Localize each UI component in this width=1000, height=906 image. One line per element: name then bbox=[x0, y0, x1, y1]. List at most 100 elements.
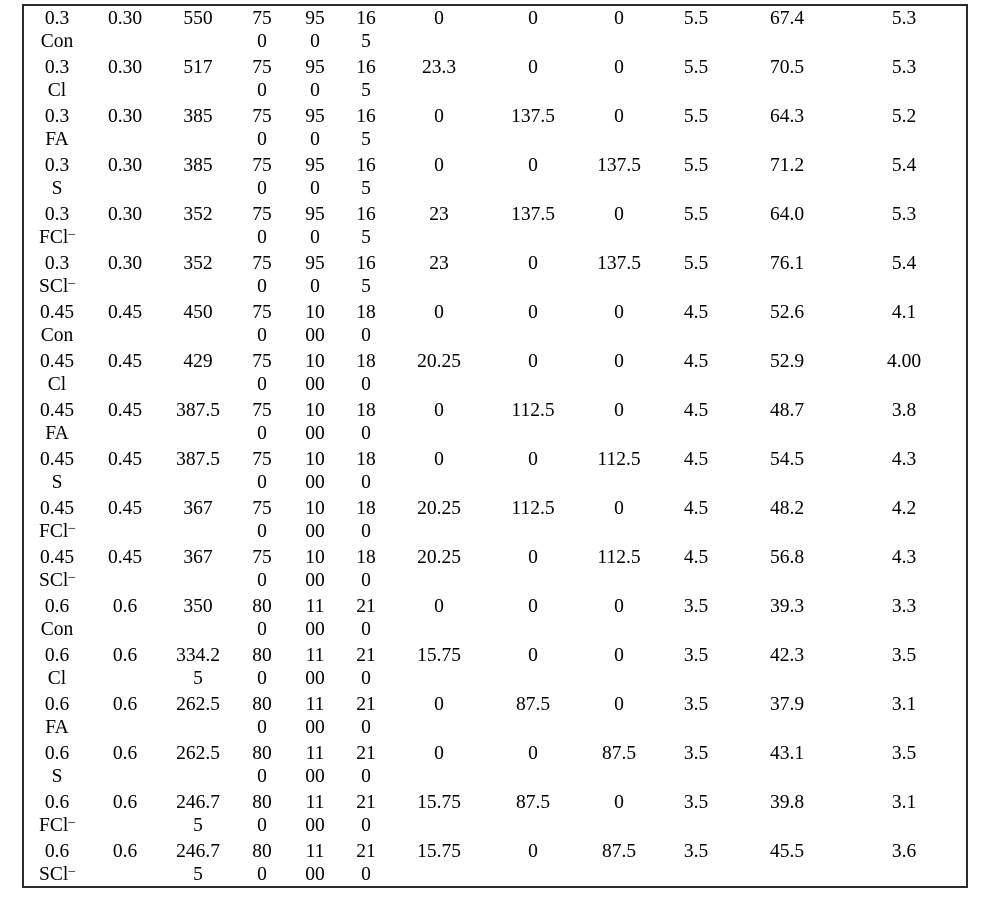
cell-line-primary: 18 bbox=[356, 547, 376, 568]
data-table-container: 0.3 Con 0.30 550 75 0 95 0 16 5 0 0 0 5.5 67.4 5… bbox=[22, 4, 968, 888]
cell-line-secondary bbox=[390, 422, 488, 446]
table-cell: 387.5 bbox=[160, 447, 236, 496]
table-cell: 112.5 bbox=[488, 398, 578, 447]
table-cell: 3.5 bbox=[842, 741, 966, 790]
cell-line-secondary bbox=[90, 569, 160, 593]
cell-line-secondary bbox=[390, 520, 488, 544]
table-cell: 10 00 bbox=[288, 447, 342, 496]
cell-line-secondary: FCl– bbox=[39, 519, 75, 542]
cell-line-primary: 262.5 bbox=[176, 743, 220, 764]
table-cell: 0 bbox=[488, 594, 578, 643]
table-cell: 0.6 bbox=[90, 692, 160, 741]
table-cell: 5.4 bbox=[842, 153, 966, 202]
cell-line-primary: 112.5 bbox=[597, 547, 641, 568]
table-cell: 20.25 bbox=[390, 496, 488, 545]
cell-line-secondary bbox=[488, 30, 578, 54]
cell-line-secondary bbox=[732, 765, 842, 789]
cell-line-primary: 67.4 bbox=[769, 8, 805, 29]
cell-line-secondary bbox=[90, 667, 160, 691]
table-cell: 11 00 bbox=[288, 741, 342, 790]
cell-line-secondary bbox=[732, 569, 842, 593]
table-cell: 20.25 bbox=[390, 349, 488, 398]
cell-line-secondary: 0 bbox=[361, 717, 371, 738]
cell-line-secondary: 0 bbox=[361, 570, 371, 591]
cell-line-secondary bbox=[660, 765, 732, 789]
table-cell: 0 bbox=[488, 741, 578, 790]
cell-line-primary: 0.30 bbox=[107, 8, 143, 29]
cell-line-primary: 137.5 bbox=[597, 253, 641, 274]
cell-line-primary: 10 bbox=[305, 302, 325, 323]
cell-line-primary: 11 bbox=[305, 792, 325, 813]
cell-line-primary: 20.25 bbox=[417, 547, 461, 568]
cell-line-secondary: 0 bbox=[361, 766, 371, 787]
cell-line-secondary bbox=[160, 30, 236, 54]
cell-line-primary: 21 bbox=[356, 694, 376, 715]
cell-line-primary: 16 bbox=[356, 155, 376, 176]
cell-line-secondary bbox=[578, 863, 660, 887]
cell-line-secondary: 0 bbox=[361, 472, 371, 493]
cell-line-primary: 15.75 bbox=[417, 841, 461, 862]
cell-line-primary: 80 bbox=[252, 596, 272, 617]
cell-line-secondary bbox=[90, 765, 160, 789]
cell-line-primary: 0.30 bbox=[107, 57, 143, 78]
cell-line-primary: 3.5 bbox=[683, 841, 709, 862]
cell-line-primary: 0.6 bbox=[44, 792, 70, 813]
table-cell: 0.30 bbox=[90, 202, 160, 251]
cell-line-secondary bbox=[390, 765, 488, 789]
cell-line-secondary: 0 bbox=[257, 717, 267, 738]
cell-line-primary: 95 bbox=[305, 155, 325, 176]
cell-line-primary: 387.5 bbox=[176, 400, 220, 421]
cell-line-secondary bbox=[90, 520, 160, 544]
cell-line-secondary: FCl– bbox=[39, 813, 75, 836]
table-cell: 75 0 bbox=[236, 104, 288, 153]
table-row: 0.6 S 0.6 262.5 80 0 11 00 21 0 0 0 87.5 3.5 43.… bbox=[24, 741, 966, 790]
cell-line-secondary bbox=[578, 471, 660, 495]
cell-line-primary: 137.5 bbox=[511, 106, 555, 127]
cell-line-secondary: 00 bbox=[305, 717, 325, 738]
table-cell: 4.5 bbox=[660, 349, 732, 398]
table-cell: 0 bbox=[578, 104, 660, 153]
cell-line-primary: 5.3 bbox=[891, 8, 917, 29]
cell-line-primary: 0.6 bbox=[112, 596, 138, 617]
cell-line-secondary: 0 bbox=[361, 864, 371, 885]
cell-line-primary: 352 bbox=[183, 253, 213, 274]
cell-line-secondary: Con bbox=[40, 325, 74, 346]
cell-line-primary: 23 bbox=[429, 253, 449, 274]
cell-line-secondary: 0 bbox=[361, 815, 371, 836]
cell-line-secondary bbox=[660, 373, 732, 397]
table-cell: 75 0 bbox=[236, 496, 288, 545]
table-cell: 3.5 bbox=[660, 692, 732, 741]
table-cell: 246.7 5 bbox=[160, 839, 236, 888]
cell-line-secondary: 0 bbox=[310, 129, 320, 150]
cell-line-secondary bbox=[660, 128, 732, 152]
table-cell: 75 0 bbox=[236, 202, 288, 251]
cell-line-primary: 0.45 bbox=[107, 351, 143, 372]
cell-line-primary: 0 bbox=[614, 351, 624, 372]
cell-line-primary: 95 bbox=[305, 8, 325, 29]
table-cell: 95 0 bbox=[288, 55, 342, 104]
cell-line-primary: 0.45 bbox=[107, 302, 143, 323]
cell-line-primary: 0.6 bbox=[112, 841, 138, 862]
cell-line-secondary bbox=[732, 177, 842, 201]
cell-line-secondary bbox=[732, 128, 842, 152]
cell-line-secondary bbox=[160, 716, 236, 740]
table-cell: 48.7 bbox=[732, 398, 842, 447]
cell-line-secondary: 0 bbox=[257, 374, 267, 395]
table-cell: 0.3 S bbox=[24, 153, 90, 202]
cell-line-secondary: SCl– bbox=[39, 274, 75, 297]
cell-line-primary: 0 bbox=[434, 694, 444, 715]
cell-line-secondary bbox=[842, 226, 966, 250]
table-cell: 87.5 bbox=[578, 839, 660, 888]
cell-line-primary: 75 bbox=[252, 155, 272, 176]
cell-line-secondary: 5 bbox=[361, 276, 371, 297]
cell-line-secondary: 0 bbox=[257, 227, 267, 248]
cell-line-primary: 0.45 bbox=[39, 449, 75, 470]
table-row: 0.45 Con 0.45 450 75 0 10 00 18 0 0 0 0 4.5 52.6… bbox=[24, 300, 966, 349]
cell-line-primary: 112.5 bbox=[511, 498, 555, 519]
table-cell: 5.3 bbox=[842, 202, 966, 251]
cell-line-primary: 0 bbox=[528, 645, 538, 666]
cell-line-primary: 5.5 bbox=[683, 57, 709, 78]
table-cell: 0 bbox=[488, 349, 578, 398]
table-cell: 15.75 bbox=[390, 790, 488, 839]
table-cell: 80 0 bbox=[236, 594, 288, 643]
